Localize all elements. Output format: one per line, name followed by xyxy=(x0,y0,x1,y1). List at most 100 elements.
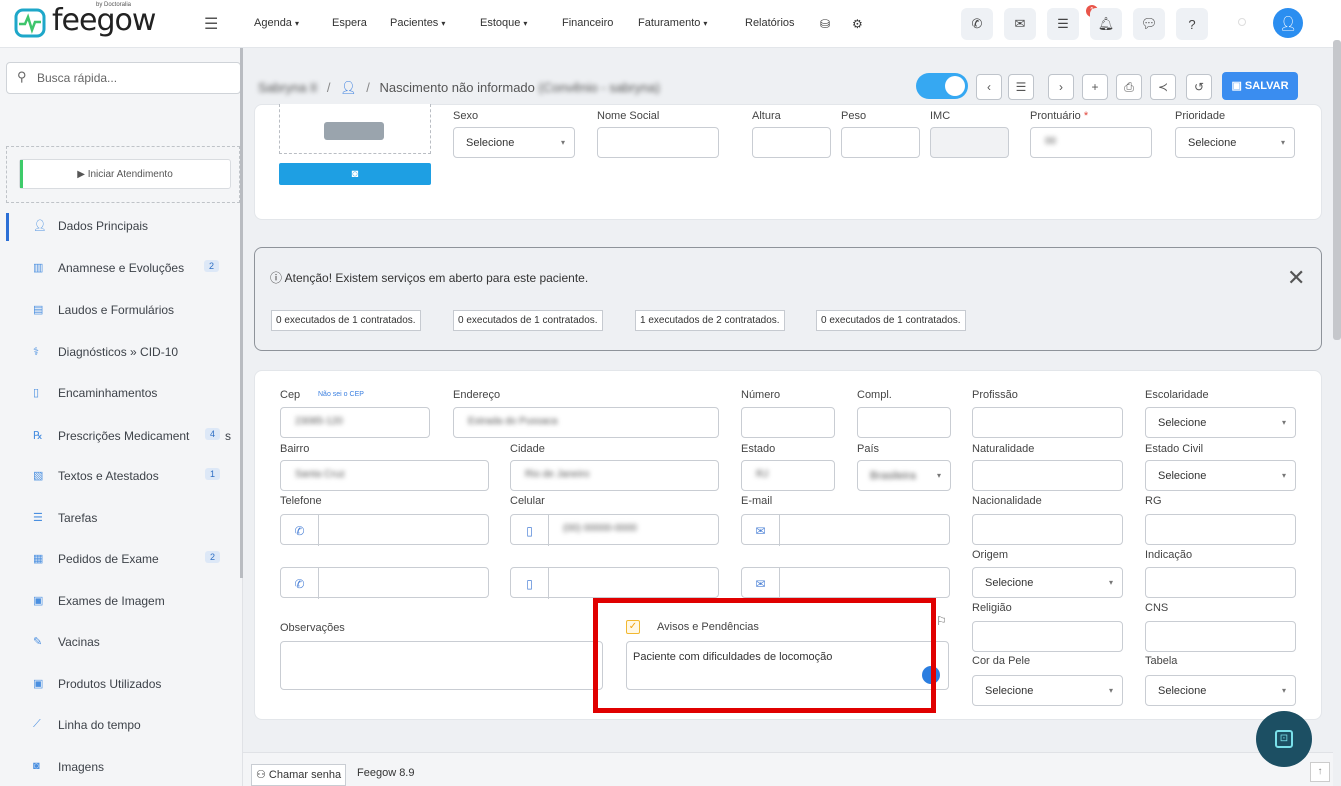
nav-agenda[interactable]: Agenda ▾ xyxy=(254,17,299,29)
celular-2-input[interactable]: ▯ xyxy=(510,567,719,599)
endereco-input[interactable]: Estrada do Pussaca xyxy=(453,407,719,438)
altura-input[interactable] xyxy=(752,127,831,158)
telefone-input[interactable]: ✆ xyxy=(280,514,489,546)
sidebar-item-vacinas[interactable]: ✎ Vacinas xyxy=(0,622,242,662)
nacionalidade-input[interactable] xyxy=(972,514,1123,545)
nav-financeiro[interactable]: Financeiro xyxy=(562,17,613,29)
cns-input[interactable] xyxy=(1145,621,1296,652)
flag-icon[interactable]: ⚐ xyxy=(936,614,947,628)
menu-icon[interactable]: ☰ xyxy=(204,14,218,34)
call-ticket-button[interactable]: ⚇ Chamar senha xyxy=(251,764,347,786)
religiao-input[interactable] xyxy=(972,621,1123,652)
numero-input[interactable] xyxy=(741,407,835,438)
indicacao-input[interactable] xyxy=(1145,567,1296,598)
share-icon[interactable]: ≺ xyxy=(1150,74,1176,100)
origem-select[interactable]: Selecione ▾ xyxy=(972,567,1123,598)
database-icon[interactable]: ⛁ xyxy=(820,17,830,31)
sidebar-item-diagnosticos[interactable]: ⚕ Diagnósticos » CID-10 xyxy=(0,332,242,372)
page-scrollbar[interactable] xyxy=(1333,40,1341,340)
logo-text[interactable]: feegow xyxy=(52,3,156,38)
avatar[interactable]: 👤︎ xyxy=(1273,8,1303,38)
telefone-2-input[interactable]: ✆ xyxy=(280,567,489,599)
altura-label: Altura xyxy=(752,110,781,122)
service-tag[interactable]: 0 executados de 1 contratados. xyxy=(453,310,603,331)
sidebar-item-tarefas[interactable]: ☰ Tarefas xyxy=(0,498,242,538)
list-icon[interactable]: ☰ xyxy=(1008,74,1034,100)
nav-espera[interactable]: Espera xyxy=(332,17,367,29)
patient-photo[interactable] xyxy=(279,104,431,154)
cep-input[interactable]: 23085-120 xyxy=(280,407,430,438)
cor-pele-select[interactable]: Selecione ▾ xyxy=(972,675,1123,706)
peso-input[interactable] xyxy=(841,127,920,158)
escolaridade-label: Escolaridade xyxy=(1145,389,1209,401)
origem-label: Origem xyxy=(972,549,1009,561)
prontuario-input[interactable]: 00 xyxy=(1030,127,1152,158)
sidebar-item-textos[interactable]: ▧ Textos e Atestados 1 xyxy=(0,456,242,496)
chat-icon[interactable]: 💬︎ xyxy=(1133,8,1165,40)
prioridade-label: Prioridade xyxy=(1175,110,1226,122)
bell-icon[interactable]: 🔔︎ xyxy=(1090,8,1122,40)
save-button[interactable]: ▣ SALVAR xyxy=(1222,72,1298,100)
camera-button[interactable]: ◙ xyxy=(279,163,431,185)
sidebar-item-pedidos[interactable]: ▦ Pedidos de Exame 2 xyxy=(0,539,242,579)
compl-input[interactable] xyxy=(857,407,951,438)
rg-input[interactable] xyxy=(1145,514,1296,545)
naturalidade-input[interactable] xyxy=(972,460,1123,491)
celular-input[interactable]: ▯ (00) 00000-0000 xyxy=(510,514,719,546)
sidebar-item-exames-imagem[interactable]: ▣ Exames de Imagem xyxy=(0,581,242,621)
cidade-input[interactable]: Rio de Janeiro xyxy=(510,460,719,491)
prev-icon[interactable]: ‹ xyxy=(976,74,1002,100)
close-icon[interactable]: ✕ xyxy=(1287,265,1305,291)
inbox-icon[interactable]: ✉ xyxy=(1004,8,1036,40)
scroll-top-icon[interactable]: ↑ xyxy=(1310,762,1330,782)
observacoes-textarea[interactable] xyxy=(280,641,603,690)
cns-label: CNS xyxy=(1145,602,1169,614)
tasks-icon[interactable]: ☰ xyxy=(1047,8,1079,40)
nav-faturamento[interactable]: Faturamento ▾ xyxy=(638,17,707,29)
help-icon[interactable]: ? xyxy=(1176,8,1208,40)
sidebar-item-anamnese[interactable]: ▥ Anamnese e Evoluções 2 xyxy=(0,248,242,288)
sexo-select[interactable]: Selecione ▾ xyxy=(453,127,575,158)
estado-civil-select[interactable]: Selecione ▾ xyxy=(1145,460,1296,491)
email-2-input[interactable]: ✉ xyxy=(741,567,950,599)
settings-icon[interactable]: ⚙ xyxy=(852,17,863,31)
compl-label: Compl. xyxy=(857,389,892,401)
estado-input[interactable]: RJ xyxy=(741,460,835,491)
escolaridade-select[interactable]: Selecione ▾ xyxy=(1145,407,1296,438)
nav-estoque[interactable]: Estoque ▾ xyxy=(480,17,527,29)
profissao-input[interactable] xyxy=(972,407,1123,438)
sidebar-item-laudos[interactable]: ▤ Laudos e Formulários xyxy=(0,290,242,330)
sidebar-item-prescricoes[interactable]: ℞ Prescrições Medicament 4 s xyxy=(0,416,242,456)
sidebar-item-imagens[interactable]: ◙ Imagens xyxy=(0,747,242,786)
nome-social-input[interactable] xyxy=(597,127,719,158)
sidebar-item-dados-principais[interactable]: 👤︎ Dados Principais xyxy=(0,206,242,246)
sidebar-item-label: Tarefas xyxy=(58,511,98,525)
widget-icon: ⊡ xyxy=(1275,730,1293,748)
prioridade-select[interactable]: Selecione ▾ xyxy=(1175,127,1295,158)
pais-select[interactable]: Brasileira ▾ xyxy=(857,460,951,491)
service-tag[interactable]: 1 executados de 2 contratados. xyxy=(635,310,785,331)
nav-pacientes[interactable]: Pacientes ▾ xyxy=(390,17,445,29)
search-input[interactable]: ⚲ Busca rápida... xyxy=(6,62,241,94)
next-icon[interactable]: › xyxy=(1048,74,1074,100)
email-input[interactable]: ✉ xyxy=(741,514,950,546)
history-icon[interactable]: ↺ xyxy=(1186,74,1212,100)
phone-icon[interactable]: ✆ xyxy=(961,8,993,40)
sidebar-item-linha-tempo[interactable]: ⟋ Linha do tempo xyxy=(0,705,242,745)
print-icon[interactable]: ⎙ xyxy=(1116,74,1142,100)
floating-action-button[interactable]: ⊡ xyxy=(1256,711,1312,767)
user-icon: 👤︎ xyxy=(33,220,47,232)
sidebar-item-encaminhamentos[interactable]: ▯ Encaminhamentos xyxy=(0,373,242,413)
sidebar-scrollbar[interactable] xyxy=(240,48,243,578)
phone-icon: ✆ xyxy=(281,568,319,599)
service-tag[interactable]: 0 executados de 1 contratados. xyxy=(816,310,966,331)
service-tag[interactable]: 0 executados de 1 contratados. xyxy=(271,310,421,331)
start-attendance-button[interactable]: ▶ Iniciar Atendimento xyxy=(19,159,231,189)
bairro-input[interactable]: Santa Cruz xyxy=(280,460,489,491)
add-icon[interactable]: + xyxy=(1082,74,1108,100)
cep-unknown-link[interactable]: Não sei o CEP xyxy=(318,391,364,398)
sidebar-item-produtos[interactable]: ▣ Produtos Utilizados xyxy=(0,664,242,704)
nav-relatorios[interactable]: Relatórios xyxy=(745,17,795,29)
active-toggle[interactable] xyxy=(916,73,968,99)
tabela-select[interactable]: Selecione ▾ xyxy=(1145,675,1296,706)
